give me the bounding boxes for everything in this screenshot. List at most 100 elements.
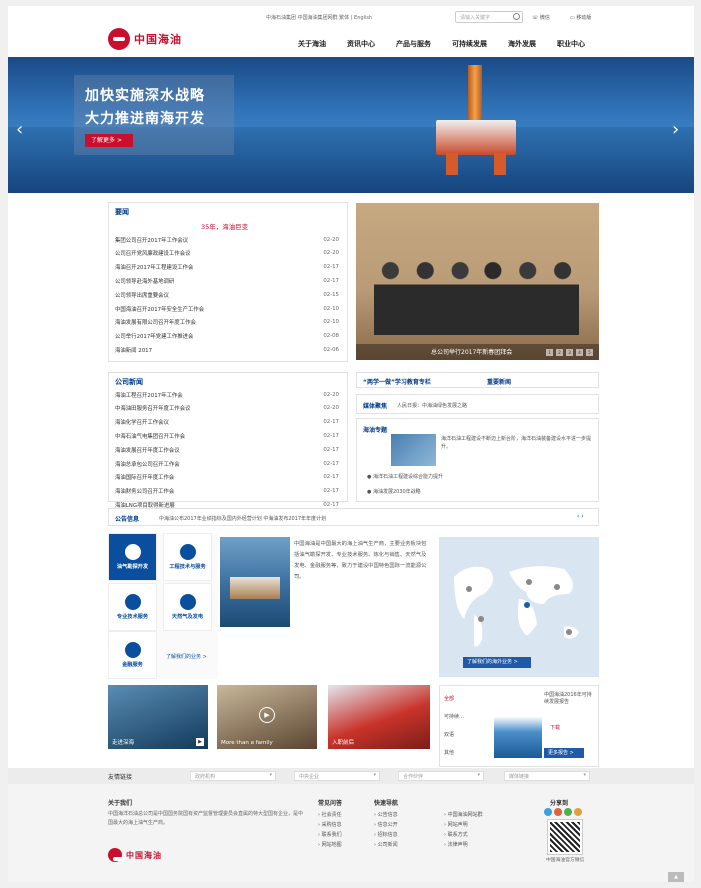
nav-sustainability[interactable]: 可持续发展 — [452, 39, 487, 49]
wechat-link[interactable]: ☏ 微信 — [532, 14, 550, 21]
news-row[interactable]: 公司举行2017年党建工作推进会 02-08 — [115, 330, 339, 343]
news-row[interactable]: 中国海油召开2017年安全生产工作会 02-10 — [115, 302, 339, 315]
mobile-link[interactable]: ▭ 移动版 — [570, 14, 591, 21]
footer-about-text: 中国海洋石油总公司是中国国务院国有资产监督管理委员会直属的特大型国有企业，是中国… — [108, 811, 303, 826]
links-select-partner[interactable]: 合作伙伴 — [398, 771, 484, 781]
news-title: 要闻 — [115, 208, 129, 216]
news-row[interactable]: 公司领导出席重要会议 02-15 — [115, 288, 339, 301]
report-download-link[interactable]: 下载 — [550, 724, 560, 731]
company-news-row[interactable]: 海油国际召开年度工作会 02-17 — [115, 471, 339, 484]
footer-quick-b3[interactable]: › 联系方式 — [444, 830, 483, 840]
company-news-date: 02-17 — [323, 460, 339, 467]
hero-more-button[interactable]: 了解更多 > — [85, 134, 133, 147]
footer-visit-2[interactable]: › 采购信息 — [318, 820, 342, 830]
footer-quick-a2[interactable]: › 信息公开 — [374, 820, 398, 830]
report-tab-bilingual[interactable]: 双语 — [444, 726, 466, 744]
back-to-top-button[interactable]: ▲ — [668, 872, 684, 882]
footer-visit-list: › 社会责任 › 采购信息 › 联系我们 › 网站地图 — [318, 810, 342, 850]
share-qq-icon[interactable] — [544, 808, 552, 816]
report-cover-image[interactable] — [494, 706, 542, 758]
links-select-gov[interactable]: 政府机构 — [190, 771, 276, 781]
report-tab-other[interactable]: 其他 — [444, 744, 466, 762]
photo-page-4[interactable]: 4 — [576, 349, 583, 356]
footer-quick-a1[interactable]: › 公告信息 — [374, 810, 398, 820]
column-thumbnail[interactable] — [391, 434, 436, 466]
photo-page-2[interactable]: 2 — [556, 349, 563, 356]
column-text: 海洋石油工程建设不断迈上新台阶，海洋石油装备建设水平进一步提升。 — [441, 436, 591, 450]
news-date: 02-20 — [323, 250, 339, 257]
search-input[interactable]: 请输入关键字 — [455, 11, 523, 23]
featured-photo[interactable]: 总公司举行2017年新春团拜会 1 2 3 4 5 — [356, 203, 599, 360]
share-qzone-icon[interactable] — [574, 808, 582, 816]
news-row[interactable]: 海油发展有限公司召开年度工作会 02-10 — [115, 316, 339, 329]
footer-quick-b1[interactable]: › 中国海油网站群 — [444, 810, 483, 820]
video-thumb-family[interactable]: ▶ More than a family — [217, 685, 317, 749]
news-row[interactable]: 海油召开2017年工程建设工作会 02-17 — [115, 261, 339, 274]
column-bullet-2[interactable]: ● 海油发展2030年战略 — [367, 488, 587, 495]
video-thumb-deepsea[interactable]: 走进深海 ▶ — [108, 685, 208, 749]
company-news-row[interactable]: 海油发展召开年度工作会议 02-17 — [115, 443, 339, 456]
footer-quick-b2[interactable]: › 网站声明 — [444, 820, 483, 830]
top-links[interactable]: 中海石油集团 中国海油集团网群 繁体 | English — [266, 14, 372, 21]
special-link[interactable]: 重要新闻 — [487, 377, 511, 386]
column-bullet-1[interactable]: ● 海洋石油工程建设综合能力提升 — [367, 473, 587, 480]
news-row[interactable]: 海油新闻 2017 02-06 — [115, 343, 339, 356]
company-news-date: 02-17 — [323, 446, 339, 453]
notice-arrows-icon[interactable]: ‹ › — [577, 513, 584, 520]
video-thumb-career[interactable]: 入职前后 — [328, 685, 430, 749]
company-news-row[interactable]: 海油总承包公司召开工作会 02-17 — [115, 457, 339, 470]
media-line[interactable]: 人民日报：中海油绿色发展之路 — [397, 402, 592, 409]
company-news-row[interactable]: 海油化学召开工作会议 02-17 — [115, 416, 339, 429]
nav-about[interactable]: 关于海油 — [298, 39, 326, 49]
footer-quick-a3[interactable]: › 招标信息 — [374, 830, 398, 840]
photo-page-1[interactable]: 1 — [546, 349, 553, 356]
map-button[interactable]: 了解我们的海外业务 > — [463, 657, 531, 668]
share-weibo-icon[interactable] — [554, 808, 562, 816]
footer-visit-1[interactable]: › 社会责任 — [318, 810, 342, 820]
logo[interactable]: 中国海油 — [108, 26, 218, 52]
footer-logo[interactable]: 中国海油 — [108, 846, 198, 864]
news-row[interactable]: 集团公司召开2017年工作会议 02-20 — [115, 233, 339, 246]
report-tabs: 全部 可持续发展报告 双语 其他 — [444, 690, 466, 762]
media-title: 媒体聚焦 — [363, 403, 388, 410]
search-icon[interactable] — [513, 13, 520, 20]
photo-page-5[interactable]: 5 — [586, 349, 593, 356]
service-finance[interactable]: 金融服务 — [108, 631, 157, 679]
company-news-row[interactable]: 海油财务公司召开工作会 02-17 — [115, 485, 339, 498]
hero-next-arrow-icon[interactable]: › — [672, 119, 679, 140]
platform-image — [220, 537, 290, 627]
company-news-row[interactable]: 中海石油气电集团召开工作会 02-17 — [115, 429, 339, 442]
report-tab-all[interactable]: 全部 — [444, 690, 466, 708]
footer-visit-4[interactable]: › 网站地图 — [318, 840, 342, 850]
photo-page-3[interactable]: 3 — [566, 349, 573, 356]
company-news-row[interactable]: 海油工程召开2017年工作会 02-20 — [115, 388, 339, 401]
nav-products[interactable]: 产品与服务 — [396, 39, 431, 49]
company-news-row[interactable]: 中海油田服务召开年度工作会议 02-20 — [115, 402, 339, 415]
news-headline[interactable]: 35年，海油巨变 — [201, 221, 248, 231]
footer-quick-a4[interactable]: › 公司新闻 — [374, 840, 398, 850]
news-row[interactable]: 公司召开党风廉政建设工作会议 02-20 — [115, 247, 339, 260]
service-gas[interactable]: 天然气及发电 — [163, 583, 212, 631]
nav-careers[interactable]: 职业中心 — [557, 39, 585, 49]
footer-quick-b4[interactable]: › 法律声明 — [444, 840, 483, 850]
service-refining[interactable]: 专业技术服务 — [108, 583, 157, 631]
share-wechat-icon[interactable] — [564, 808, 572, 816]
services-more-link[interactable]: 了解我们的业务 > — [166, 653, 207, 660]
links-select-soe[interactable]: 中央企业 — [294, 771, 380, 781]
study-link[interactable]: “两学一做”学习教育专栏 — [363, 377, 431, 386]
news-title: 公司领导出席重要会议 — [115, 292, 169, 299]
nav-overseas[interactable]: 海外发展 — [508, 39, 536, 49]
notice-text[interactable]: 中海油公布2017年业绩指标及国内外经营计划 中海油发布2017年年度计划 — [159, 515, 559, 522]
report-tab-csr[interactable]: 可持续发展报告 — [444, 708, 466, 726]
hero-prev-arrow-icon[interactable]: ‹ — [16, 119, 23, 140]
service-oil[interactable]: 油气勘探开发 — [108, 533, 157, 581]
service-engineering[interactable]: 工程技术与服务 — [163, 533, 212, 581]
news-date: 02-06 — [323, 346, 339, 353]
report-more-button[interactable]: 更多报告 > — [544, 748, 584, 758]
news-date: 02-15 — [323, 291, 339, 298]
news-row[interactable]: 公司领导赴海外基地调研 02-17 — [115, 274, 339, 287]
news-date: 02-17 — [323, 277, 339, 284]
links-select-media[interactable]: 媒体链接 — [504, 771, 590, 781]
footer-visit-3[interactable]: › 联系我们 — [318, 830, 342, 840]
nav-news[interactable]: 资讯中心 — [347, 39, 375, 49]
